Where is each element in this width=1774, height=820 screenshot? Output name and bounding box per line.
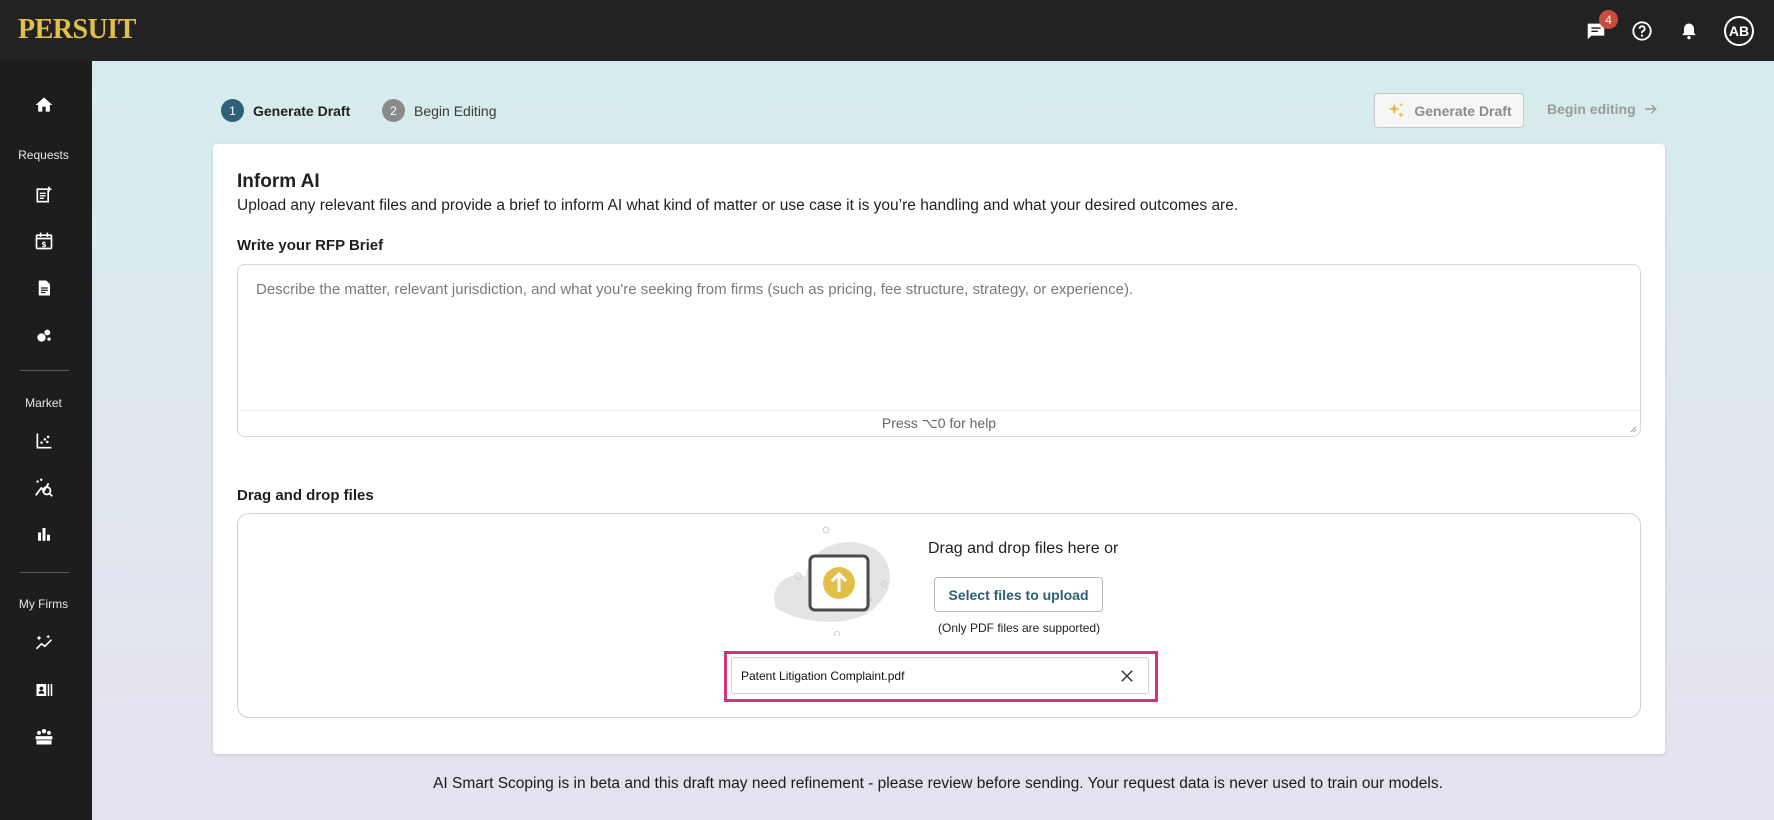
- file-drop-zone[interactable]: Drag and drop files here or Select files…: [237, 513, 1641, 718]
- begin-editing-label: Begin editing: [1547, 101, 1636, 117]
- bar-chart-icon[interactable]: [30, 520, 58, 548]
- drop-instructions: Drag and drop files here or: [928, 540, 1119, 557]
- card-title: Inform AI: [237, 171, 320, 192]
- card-description: Upload any relevant files and provide a …: [237, 197, 1239, 214]
- rfp-brief-input[interactable]: [238, 265, 1640, 434]
- team-icon[interactable]: [30, 723, 58, 751]
- svg-text:$: $: [41, 240, 46, 249]
- generate-draft-label: Generate Draft: [1414, 102, 1512, 119]
- step-number: 2: [382, 99, 405, 122]
- home-icon[interactable]: [30, 91, 58, 119]
- notifications-bell-icon[interactable]: [1675, 17, 1703, 45]
- beta-disclaimer: AI Smart Scoping is in beta and this dra…: [433, 775, 1443, 792]
- generate-draft-button[interactable]: Generate Draft: [1374, 93, 1524, 128]
- step-begin-editing: 2 Begin Editing: [382, 99, 497, 122]
- pdf-only-note: (Only PDF files are supported): [938, 621, 1101, 635]
- step-label: Generate Draft: [253, 102, 351, 119]
- arrow-right-icon: [1644, 104, 1657, 114]
- sidebar-divider: [20, 370, 69, 371]
- sidebar-section-requests: Requests: [18, 148, 69, 162]
- sidebar-divider: [20, 572, 69, 573]
- contact-card-icon[interactable]: [30, 676, 58, 704]
- market-search-icon[interactable]: [30, 474, 58, 502]
- rfp-brief-box: Press ⌥0 for help: [237, 264, 1641, 437]
- step-label: Begin Editing: [414, 102, 497, 119]
- help-icon[interactable]: [1628, 17, 1656, 45]
- step-generate-draft: 1 Generate Draft: [221, 99, 350, 122]
- messages-count-badge: 4: [1599, 10, 1618, 29]
- inform-ai-card: Inform AI Upload any relevant files and …: [213, 144, 1665, 754]
- scatter-chart-icon[interactable]: [30, 427, 58, 455]
- new-request-icon[interactable]: [30, 181, 58, 209]
- drag-drop-label: Drag and drop files: [237, 487, 374, 504]
- step-number: 1: [221, 99, 244, 122]
- pricing-calendar-icon[interactable]: $: [30, 227, 58, 255]
- sparkle-trend-icon[interactable]: [30, 629, 58, 657]
- bubbles-icon[interactable]: [30, 321, 58, 349]
- rfp-brief-label: Write your RFP Brief: [237, 237, 384, 254]
- uploaded-file-item: Patent Litigation Complaint.pdf: [731, 657, 1149, 694]
- main-content: 1 Generate Draft 2 Begin Editing Generat…: [92, 61, 1774, 820]
- persuit-logo[interactable]: PERSUIT: [18, 14, 136, 46]
- select-files-button[interactable]: Select files to upload: [934, 577, 1103, 612]
- resize-handle-icon[interactable]: [1628, 424, 1637, 433]
- sidebar-section-my-firms: My Firms: [18, 597, 69, 611]
- user-avatar[interactable]: AB: [1724, 16, 1754, 46]
- remove-file-close-icon[interactable]: [1118, 667, 1136, 685]
- document-icon[interactable]: [30, 274, 58, 302]
- upload-illustration-icon: [774, 526, 890, 636]
- sidebar: Requests $ Market My Firms: [0, 61, 92, 820]
- uploaded-file-name: Patent Litigation Complaint.pdf: [741, 668, 905, 683]
- sparkle-icon: [1389, 102, 1405, 118]
- top-bar: PERSUIT 4 AB: [0, 0, 1774, 61]
- begin-editing-button[interactable]: Begin editing: [1547, 101, 1660, 117]
- brief-help-text: Press ⌥0 for help: [238, 410, 1640, 436]
- sidebar-section-market: Market: [25, 396, 62, 410]
